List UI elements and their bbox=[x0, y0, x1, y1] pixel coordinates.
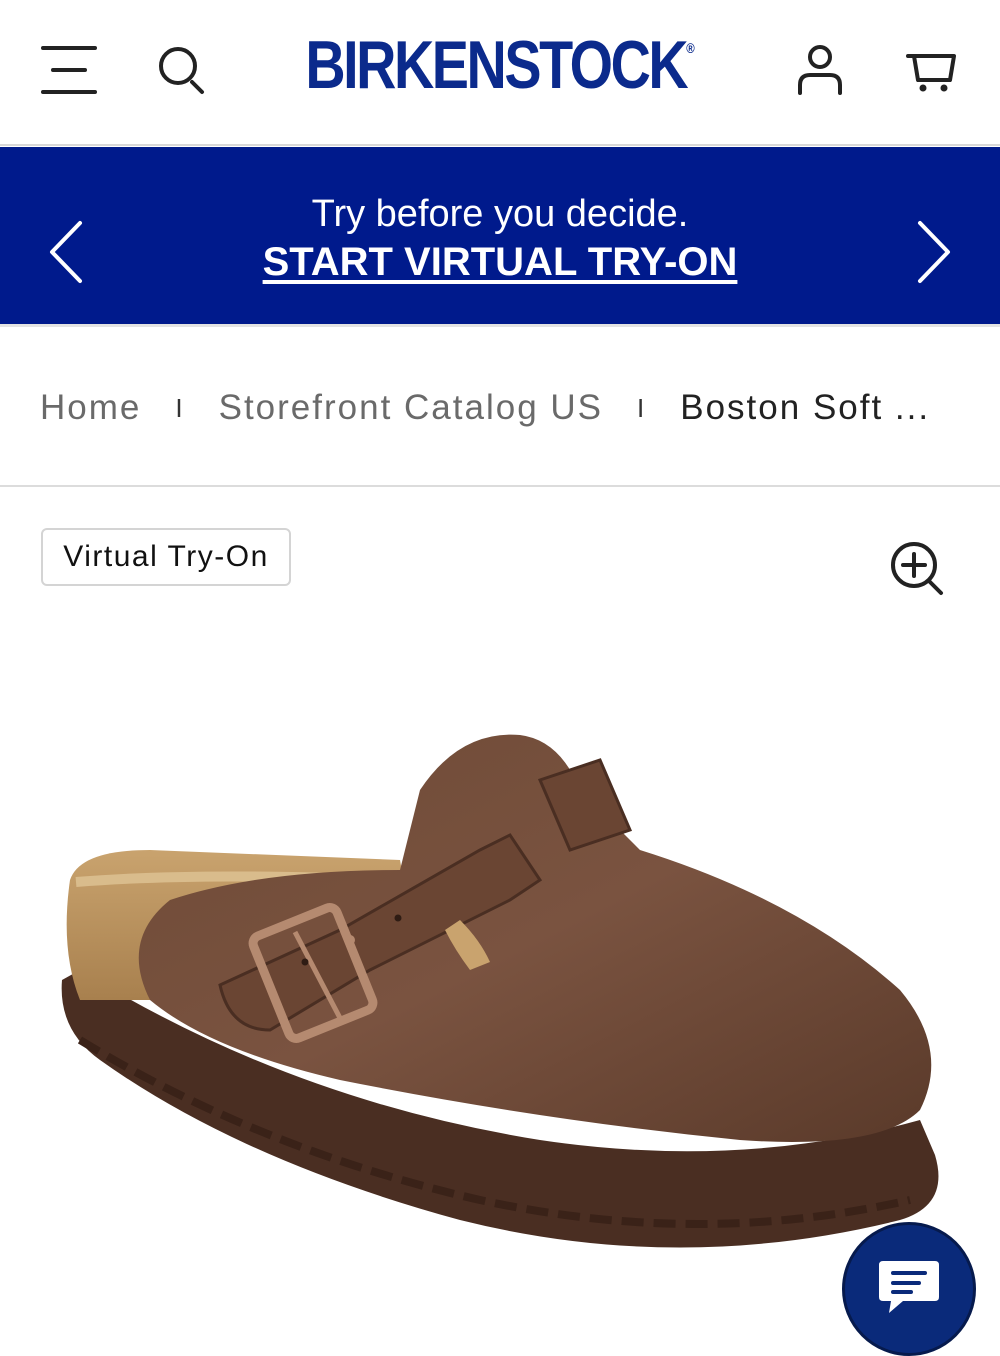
chat-button[interactable] bbox=[842, 1222, 976, 1356]
brand-logo[interactable]: BIRKENSTOCK® bbox=[90, 26, 910, 104]
breadcrumb-separator: I bbox=[175, 392, 185, 423]
site-header: BIRKENSTOCK® bbox=[0, 0, 1000, 146]
breadcrumb-home[interactable]: Home bbox=[40, 388, 141, 428]
breadcrumb-separator: I bbox=[637, 392, 647, 423]
header-divider bbox=[0, 144, 1000, 146]
zoom-in-icon[interactable] bbox=[886, 538, 950, 602]
cart-icon[interactable] bbox=[900, 40, 962, 100]
breadcrumb-divider bbox=[0, 485, 1000, 487]
logo-registered-mark: ® bbox=[686, 40, 695, 56]
product-image[interactable] bbox=[40, 700, 960, 1320]
chat-icon bbox=[879, 1261, 939, 1313]
account-icon[interactable] bbox=[790, 40, 850, 100]
chevron-right-icon[interactable] bbox=[912, 217, 956, 287]
breadcrumb: Home I Storefront Catalog US I Boston So… bbox=[40, 384, 970, 432]
promo-tagline: Try before you decide. bbox=[311, 193, 689, 235]
promo-message: Try before you decide. START VIRTUAL TRY… bbox=[0, 191, 1000, 285]
breadcrumb-catalog[interactable]: Storefront Catalog US bbox=[219, 388, 603, 428]
promo-divider bbox=[0, 324, 1000, 327]
promo-banner: Try before you decide. START VIRTUAL TRY… bbox=[0, 147, 1000, 324]
virtual-tryon-button[interactable]: Virtual Try-On bbox=[41, 528, 291, 586]
logo-text: BIRKENSTOCK bbox=[305, 27, 688, 103]
start-virtual-tryon-link[interactable]: START VIRTUAL TRY-ON bbox=[0, 239, 1000, 285]
breadcrumb-current: Boston Soft ... bbox=[680, 388, 931, 427]
